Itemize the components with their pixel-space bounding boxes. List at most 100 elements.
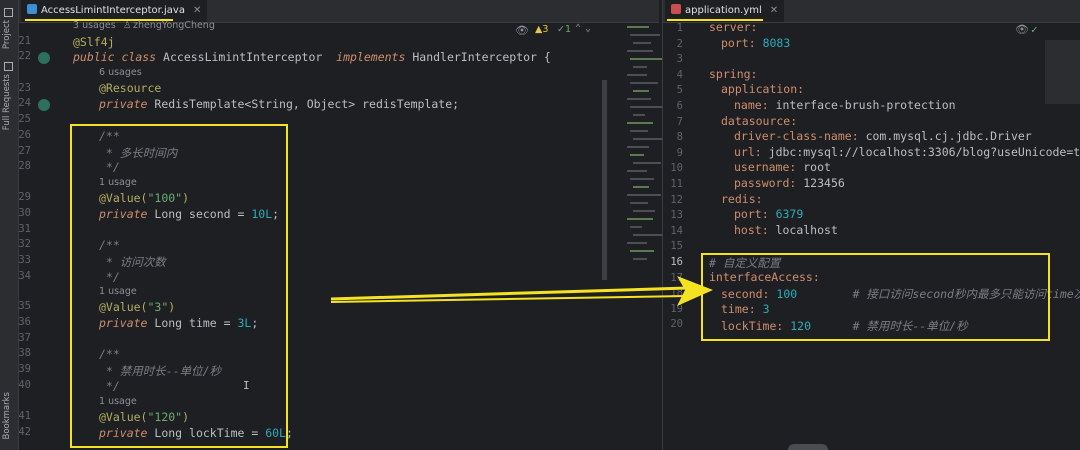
- minimap-line: [633, 162, 661, 164]
- minimap-line: [633, 210, 655, 212]
- line-number[interactable]: 11: [663, 178, 683, 190]
- line-number[interactable]: 21: [11, 35, 31, 47]
- yaml-minimap[interactable]: [1045, 40, 1080, 104]
- line-number[interactable]: 36: [11, 316, 31, 328]
- yaml-line-2[interactable]: port: 8083: [721, 36, 790, 50]
- yaml-line-8[interactable]: driver-class-name: com.mysql.cj.jdbc.Dri…: [734, 129, 1032, 143]
- minimap-line: [630, 82, 658, 84]
- yaml-line-13[interactable]: port: 6379: [734, 207, 803, 221]
- line-number[interactable]: 3: [663, 53, 683, 65]
- code-line-22[interactable]: public class AccessLimintInterceptor imp…: [73, 50, 551, 64]
- no-problems-icon[interactable]: ✓: [1031, 23, 1038, 36]
- yaml-line-7[interactable]: datasource:: [721, 114, 797, 128]
- line-number[interactable]: 7: [663, 116, 683, 128]
- yaml-line-10[interactable]: username: root: [734, 160, 831, 174]
- java-gutter: 21 22 23 24 25 26 27 28 29 30 31 32 33 34 35 36 37 38 39 40…: [18, 22, 71, 450]
- field-usages-hint[interactable]: 6 usages: [99, 67, 142, 78]
- line-number[interactable]: 5: [663, 84, 683, 96]
- line-number[interactable]: 34: [11, 270, 31, 282]
- yaml-line-5[interactable]: application:: [721, 82, 804, 96]
- yaml-line-11[interactable]: password: 123456: [734, 176, 845, 190]
- full-requests-tool-icon[interactable]: [4, 62, 13, 71]
- close-tab-icon[interactable]: ✕: [193, 5, 201, 16]
- line-number[interactable]: 16: [663, 256, 683, 268]
- line-number[interactable]: 8: [663, 131, 683, 143]
- minimap-line: [630, 226, 642, 228]
- line-number[interactable]: 15: [663, 240, 683, 252]
- chevron-up-icon[interactable]: ⌃: [575, 23, 581, 34]
- line-number[interactable]: 9: [663, 147, 683, 159]
- code-line-23[interactable]: @Resource: [99, 81, 161, 95]
- line-number[interactable]: 38: [11, 347, 31, 359]
- minimap-line: [630, 106, 662, 108]
- minimap-line: [633, 186, 649, 188]
- line-number[interactable]: 23: [11, 82, 31, 94]
- minimap-line: [627, 218, 653, 220]
- weak-warnings-indicator[interactable]: ✓1: [557, 24, 571, 35]
- yaml-line-14[interactable]: host: localhost: [734, 223, 838, 237]
- line-number[interactable]: 13: [663, 209, 683, 221]
- line-number[interactable]: 27: [11, 145, 31, 157]
- code-line-21[interactable]: @Slf4j: [73, 35, 115, 49]
- code-line-24[interactable]: private RedisTemplate<String, Object> re…: [99, 97, 459, 111]
- line-number[interactable]: 29: [11, 191, 31, 203]
- yaml-line-9[interactable]: url: jdbc:mysql://localhost:3306/blog?us…: [734, 145, 1080, 159]
- close-tab-icon[interactable]: ✕: [770, 5, 778, 16]
- java-file-icon: [27, 4, 37, 14]
- line-number[interactable]: 2: [663, 38, 683, 50]
- line-number[interactable]: 26: [11, 129, 31, 141]
- line-number[interactable]: 35: [11, 300, 31, 312]
- minimap-line: [627, 74, 647, 76]
- line-number[interactable]: 37: [11, 332, 31, 344]
- line-number[interactable]: 28: [11, 160, 31, 172]
- warnings-indicator[interactable]: ▲3: [535, 24, 548, 35]
- arrow-annotation: [330, 276, 713, 306]
- minimap-line: [633, 90, 649, 92]
- line-number[interactable]: 1: [663, 22, 683, 34]
- minimap-line: [633, 258, 647, 260]
- yaml-line-12[interactable]: redis:: [721, 192, 763, 206]
- implementation-gutter-icon[interactable]: [38, 52, 50, 64]
- line-number[interactable]: 33: [11, 254, 31, 266]
- tab-label: application.yml: [685, 5, 762, 16]
- author-hint[interactable]: zhengYongCheng: [133, 20, 215, 31]
- bean-injection-gutter-icon[interactable]: [38, 99, 50, 111]
- floating-toolbar-edge: [788, 444, 828, 450]
- minimap-line: [633, 138, 663, 140]
- line-number[interactable]: 41: [11, 410, 31, 422]
- chevron-down-icon[interactable]: ⌄: [585, 23, 591, 34]
- line-number[interactable]: 10: [663, 162, 683, 174]
- minimap-line: [627, 194, 661, 196]
- line-number[interactable]: 6: [663, 100, 683, 112]
- line-number[interactable]: 30: [11, 207, 31, 219]
- minimap-line: [627, 26, 649, 28]
- line-number[interactable]: 32: [11, 238, 31, 250]
- reader-mode-icon[interactable]: 👁: [515, 24, 529, 37]
- highlight-box-java-fields: [70, 124, 288, 448]
- tab-label: AccessLimintInterceptor.java: [41, 5, 185, 16]
- vertical-scrollbar[interactable]: [602, 80, 607, 280]
- line-number[interactable]: 20: [663, 318, 683, 330]
- highlight-box-yaml-config: [701, 253, 1050, 341]
- line-number[interactable]: 40: [11, 379, 31, 391]
- line-number[interactable]: 14: [663, 225, 683, 237]
- line-number[interactable]: 42: [11, 426, 31, 438]
- minimap-line: [627, 98, 651, 100]
- line-number[interactable]: 22: [11, 50, 31, 62]
- project-tool-icon[interactable]: [4, 8, 13, 17]
- yaml-file-icon: [671, 4, 681, 14]
- line-number[interactable]: 12: [663, 194, 683, 206]
- minimap-line: [630, 34, 660, 36]
- minimap-line: [627, 122, 653, 124]
- minimap-line: [630, 130, 648, 132]
- line-number[interactable]: 25: [11, 113, 31, 125]
- yaml-line-4[interactable]: spring:: [709, 67, 757, 81]
- line-number[interactable]: 24: [11, 97, 31, 109]
- line-number[interactable]: 39: [11, 363, 31, 375]
- reader-mode-icon[interactable]: 👁: [1015, 23, 1029, 36]
- yaml-line-6[interactable]: name: interface-brush-protection: [734, 98, 956, 112]
- class-usages-hint[interactable]: 3 usages: [73, 20, 116, 31]
- line-number[interactable]: 4: [663, 69, 683, 81]
- line-number[interactable]: 31: [11, 223, 31, 235]
- yaml-line-1[interactable]: server:: [709, 20, 757, 34]
